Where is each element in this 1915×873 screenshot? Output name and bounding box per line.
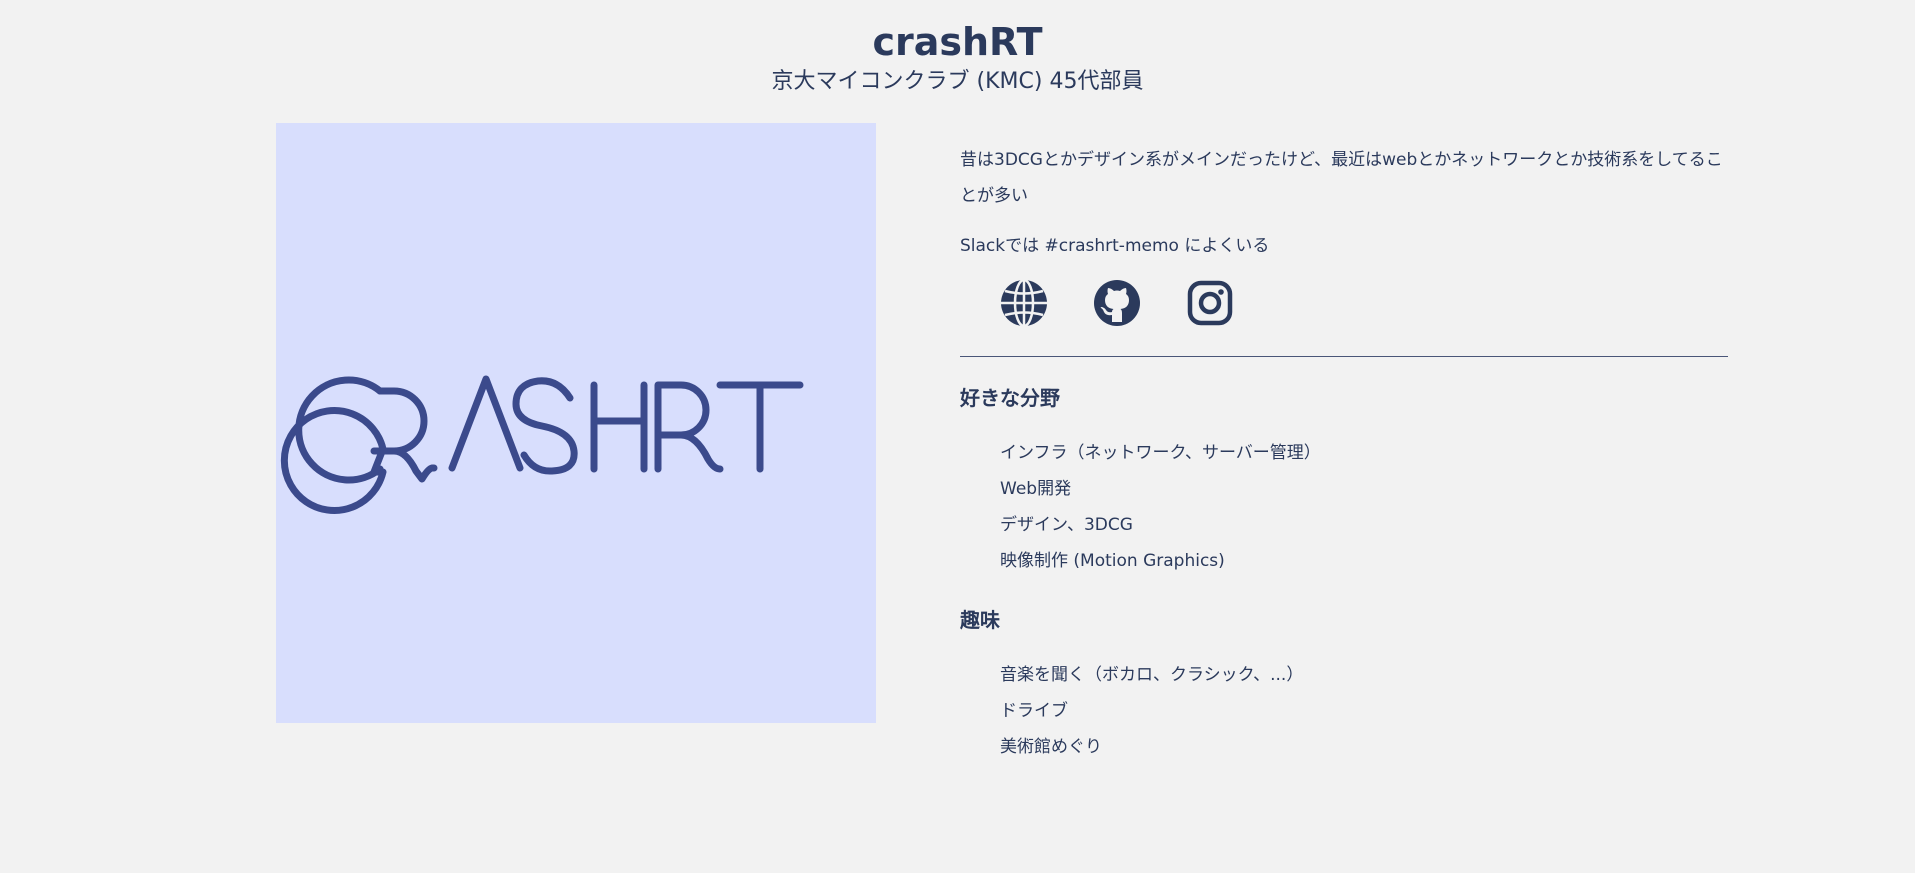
- list-item: デザイン、3DCG: [1000, 515, 1133, 535]
- list-item: 美術館めぐり: [1000, 737, 1102, 757]
- instagram-link[interactable]: [1186, 279, 1234, 327]
- list-item: Web開発: [1000, 479, 1072, 499]
- hobbies-list: 音楽を聞く（ボカロ、クラシック、...） ドライブ 美術館めぐり: [960, 657, 1728, 765]
- hobbies-heading: 趣味: [960, 608, 1000, 632]
- profile-content: 昔は3DCGとかデザイン系がメインだったけど、最近はwebとかネットワークとか技…: [960, 142, 1728, 765]
- list-item: 映像制作 (Motion Graphics): [1000, 551, 1225, 571]
- website-link[interactable]: [1000, 278, 1048, 328]
- affiliation-subtitle: 京大マイコンクラブ (KMC) 45代部員: [771, 69, 1144, 94]
- slack-note: Slackでは #crashrt-memo によくいる: [960, 236, 1270, 256]
- interests-heading: 好きな分野: [960, 386, 1060, 410]
- crashrt-logo-icon: [280, 375, 804, 514]
- list-item: ドライブ: [1000, 701, 1068, 721]
- interests-list: インフラ（ネットワーク、サーバー管理） Web開発 デザイン、3DCG 映像制作…: [960, 435, 1728, 579]
- globe-icon: [1001, 278, 1047, 328]
- bio-text: 昔は3DCGとかデザイン系がメインだったけど、最近はwebとかネットワークとか技…: [960, 150, 1723, 206]
- github-icon: [1094, 280, 1140, 326]
- list-item: インフラ（ネットワーク、サーバー管理）: [1000, 443, 1321, 463]
- profile-logo: [276, 123, 876, 723]
- social-links: [960, 278, 1728, 328]
- section-divider: [960, 356, 1728, 357]
- list-item: 音楽を聞く（ボカロ、クラシック、...）: [1000, 665, 1304, 685]
- github-link[interactable]: [1093, 279, 1141, 327]
- instagram-icon: [1187, 280, 1233, 326]
- page-title: crashRT: [872, 20, 1043, 64]
- page-header: crashRT 京大マイコンクラブ (KMC) 45代部員: [0, 18, 1915, 98]
